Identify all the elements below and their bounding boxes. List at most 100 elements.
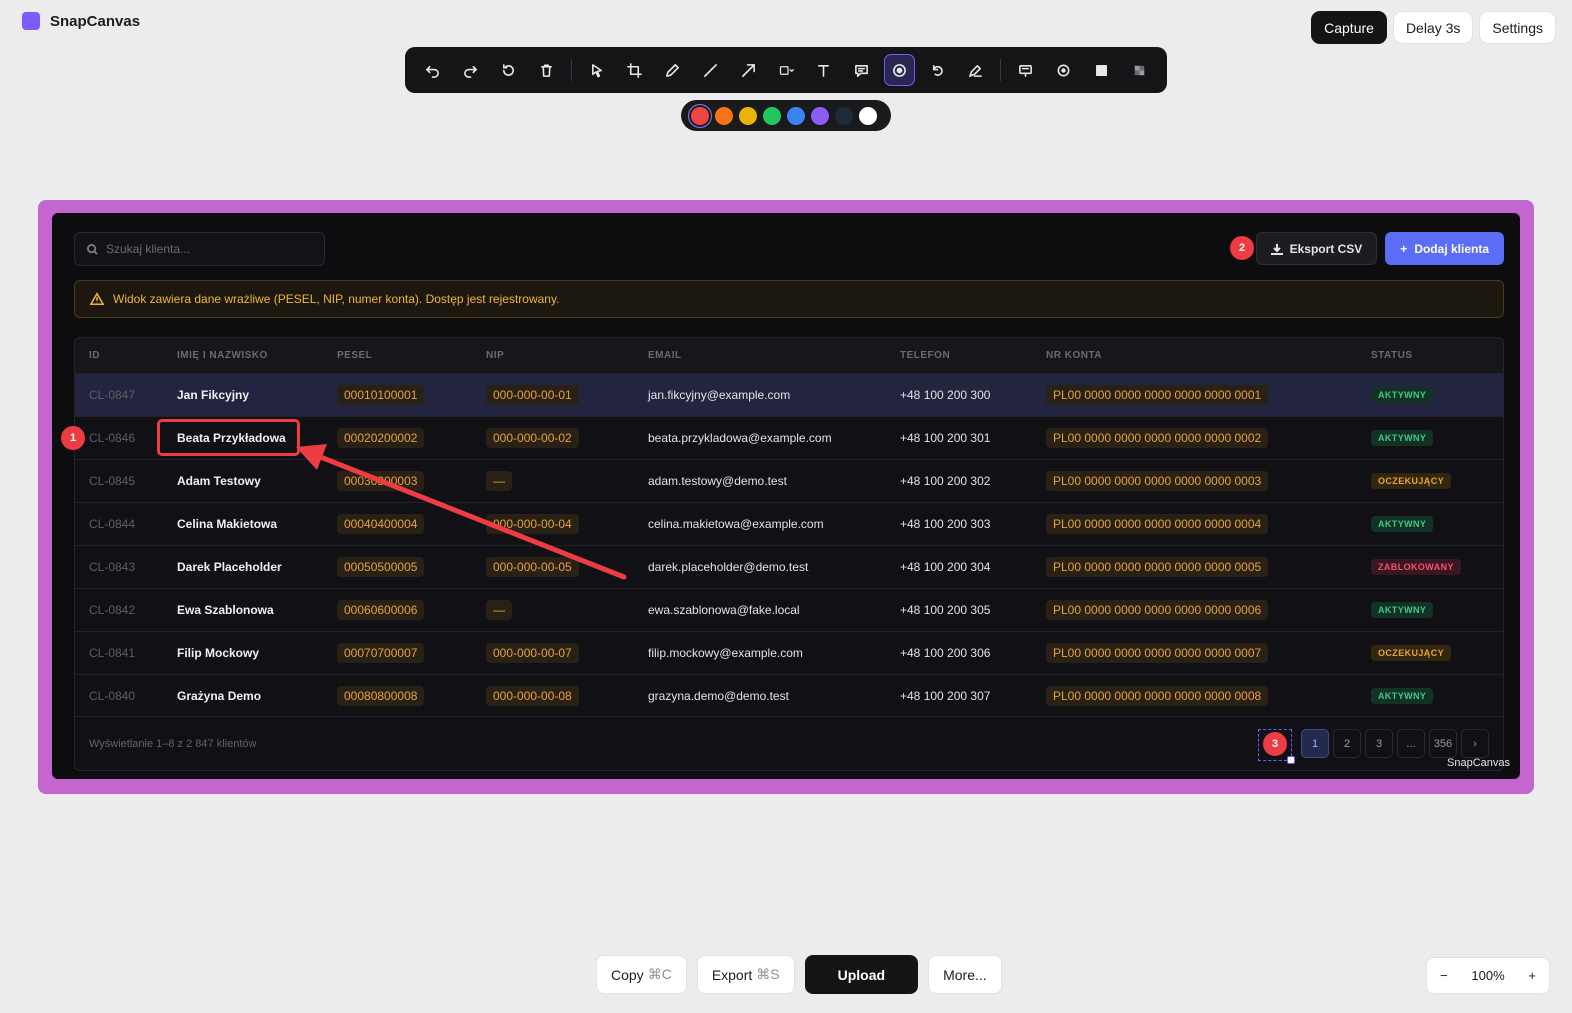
color-swatch[interactable]	[739, 106, 757, 125]
nip-value: —	[486, 470, 512, 491]
copy-button[interactable]: Copy ⌘C	[596, 955, 687, 994]
status-badge-cell: AKTYWNY	[1357, 587, 1503, 631]
client-email-cell: ewa.szablonowa@fake.local	[634, 587, 886, 631]
pixelate-icon[interactable]	[1123, 54, 1155, 86]
crop-icon[interactable]	[619, 54, 651, 86]
page-button[interactable]: ...	[1397, 729, 1425, 758]
color-swatch[interactable]	[763, 106, 781, 125]
capture-button[interactable]: Capture	[1311, 11, 1387, 44]
export-button[interactable]: Export ⌘S	[696, 955, 795, 994]
step-marker-2[interactable]: 2	[1230, 236, 1254, 260]
top-actions: Capture Delay 3s Settings	[1311, 11, 1556, 44]
page-button[interactable]: 356	[1429, 729, 1457, 758]
status-badge-cell: OCZEKUJĄCY	[1357, 630, 1503, 674]
account-number: PL00 0000 0000 0000 0000 0000 0006	[1046, 599, 1269, 620]
table-row[interactable]: CL-0842 Ewa Szablonowa 00060600006 — ewa.sza…	[75, 587, 1503, 631]
blur-text-icon[interactable]	[1010, 54, 1042, 86]
status-badge: ZABLOKOWANY	[1371, 558, 1461, 575]
client-phone-cell: +48 100 200 300	[886, 372, 1032, 416]
nip-value-cell: 000-000-00-01	[472, 372, 634, 416]
pen-icon[interactable]	[657, 54, 689, 86]
fill-icon[interactable]	[1086, 54, 1118, 86]
export-csv-button[interactable]: Eksport CSV	[1255, 232, 1378, 265]
upload-button[interactable]: Upload	[804, 955, 919, 994]
annotation-toolbar	[405, 47, 1167, 93]
pesel-value-cell: 00060600006	[323, 587, 472, 631]
status-badge: AKTYWNY	[1371, 429, 1434, 446]
status-badge: AKTYWNY	[1371, 601, 1434, 618]
color-swatch[interactable]	[715, 106, 733, 125]
search-input[interactable]	[106, 242, 306, 256]
clients-table: ID IMIĘ I NAZWISKO PESEL NIP EMAIL TELEFON NR …	[74, 337, 1504, 771]
delay-button[interactable]: Delay 3s	[1392, 11, 1474, 44]
column-header[interactable]: STATUS	[1357, 338, 1503, 373]
pesel-value-cell: 00010100001	[323, 372, 472, 416]
column-header[interactable]: IMIĘ I NAZWISKO	[163, 338, 323, 373]
page-button[interactable]: 3	[1365, 729, 1393, 758]
line-icon[interactable]	[695, 54, 727, 86]
column-header[interactable]: NIP	[472, 338, 634, 373]
arrow-icon[interactable]	[732, 54, 764, 86]
zoom-level: 100%	[1471, 968, 1505, 983]
pesel-value: 00040400004	[337, 513, 425, 534]
warning-icon	[90, 292, 104, 306]
client-id-cell: CL-0840	[75, 673, 163, 717]
client-name-cell: Filip Mockowy	[163, 630, 323, 674]
color-swatch[interactable]	[787, 106, 805, 125]
more-button[interactable]: More...	[928, 955, 1002, 994]
table-header: ID IMIĘ I NAZWISKO PESEL NIP EMAIL TELEFON NR …	[75, 338, 1503, 373]
client-name-cell: Celina Makietowa	[163, 501, 323, 545]
client-id-cell: CL-0844	[75, 501, 163, 545]
table-row[interactable]: CL-0841 Filip Mockowy 00070700007 000-000-0…	[75, 630, 1503, 674]
step-marker-icon[interactable]	[883, 54, 916, 86]
table-row[interactable]: CL-0844 Celina Makietowa 00040400004 000-00…	[75, 501, 1503, 545]
next-page-button[interactable]: ›	[1461, 729, 1489, 758]
pesel-value: 00020200002	[337, 427, 425, 448]
zoom-out-button[interactable]: −	[1440, 968, 1448, 983]
client-phone-cell: +48 100 200 306	[886, 630, 1032, 674]
eraser-icon[interactable]	[959, 54, 991, 86]
rotate-icon[interactable]	[921, 54, 953, 86]
column-header[interactable]: PESEL	[323, 338, 472, 373]
color-swatch[interactable]	[691, 106, 709, 125]
callout-icon[interactable]	[846, 54, 878, 86]
search-field[interactable]	[74, 232, 325, 266]
spotlight-icon[interactable]	[1048, 54, 1080, 86]
settings-button[interactable]: Settings	[1479, 11, 1556, 44]
page-button[interactable]: 2	[1333, 729, 1361, 758]
status-badge: AKTYWNY	[1371, 687, 1434, 704]
add-client-button[interactable]: + Dodaj klienta	[1385, 232, 1504, 265]
column-header[interactable]: ID	[75, 338, 163, 373]
trash-icon[interactable]	[530, 54, 562, 86]
color-swatch[interactable]	[811, 106, 829, 125]
table-row[interactable]: CL-0847 Jan Fikcyjny 00010100001 000-000-00…	[75, 372, 1503, 416]
copy-shortcut: ⌘C	[647, 966, 672, 982]
step-marker-1[interactable]: 1	[61, 426, 85, 450]
color-swatch[interactable]	[835, 106, 853, 125]
color-swatch[interactable]	[859, 106, 877, 125]
zoom-in-button[interactable]: +	[1528, 968, 1536, 983]
nip-value: 000-000-00-01	[486, 384, 579, 405]
shape-icon[interactable]	[770, 54, 802, 86]
column-header[interactable]: NR KONTA	[1032, 338, 1357, 373]
pointer-icon[interactable]	[581, 54, 613, 86]
client-phone-cell: +48 100 200 302	[886, 458, 1032, 502]
account-number-cell: PL00 0000 0000 0000 0000 0000 0002	[1032, 415, 1357, 459]
resize-handle[interactable]	[1287, 756, 1295, 764]
step-marker-3[interactable]: 3	[1263, 732, 1287, 756]
undo-icon[interactable]	[417, 54, 449, 86]
reset-icon[interactable]	[493, 54, 525, 86]
page-button[interactable]: 1	[1301, 729, 1329, 758]
status-badge-cell: OCZEKUJĄCY	[1357, 458, 1503, 502]
client-name-cell: Adam Testowy	[163, 458, 323, 502]
column-header[interactable]: EMAIL	[634, 338, 886, 373]
redo-icon[interactable]	[455, 54, 487, 86]
column-header[interactable]: TELEFON	[886, 338, 1032, 373]
account-number: PL00 0000 0000 0000 0000 0000 0007	[1046, 642, 1269, 663]
text-icon[interactable]	[808, 54, 840, 86]
table-row[interactable]: CL-0843 Darek Placeholder 00050500005 000-0…	[75, 544, 1503, 588]
nip-value-cell: 000-000-00-08	[472, 673, 634, 717]
annotation-rectangle[interactable]	[157, 419, 300, 456]
table-row[interactable]: CL-0840 Grażyna Demo 00080800008 000-000-00…	[75, 673, 1503, 717]
table-row[interactable]: CL-0845 Adam Testowy 00030300003 — adam.test…	[75, 458, 1503, 502]
